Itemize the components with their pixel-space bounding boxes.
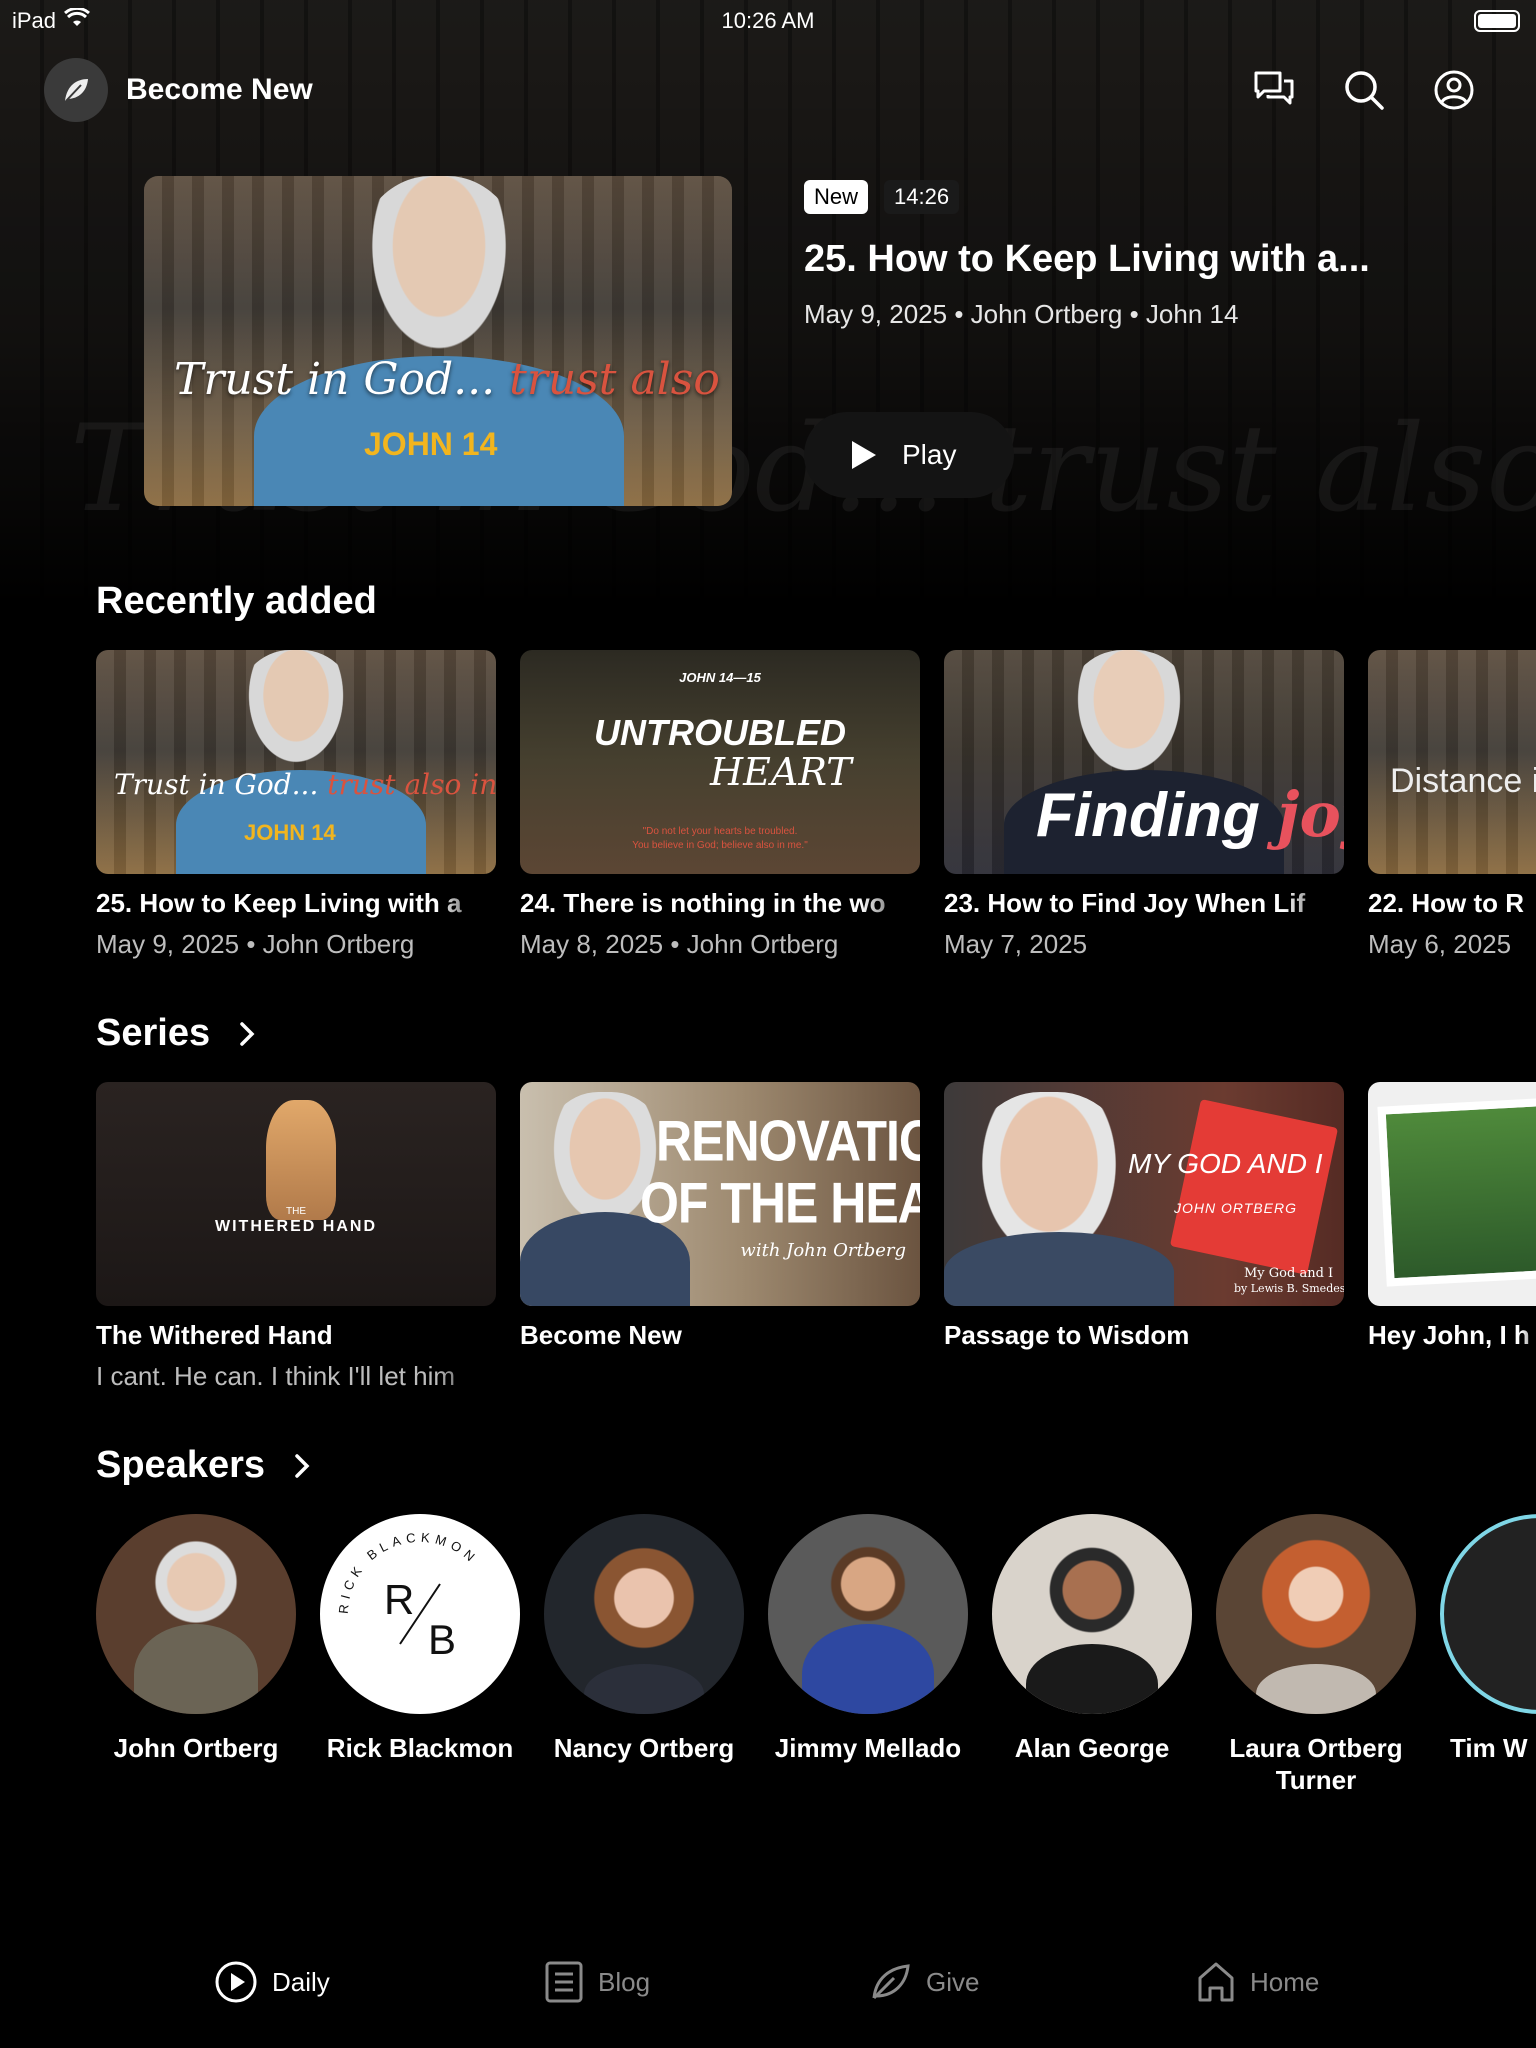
series-title: Passage to Wisdom — [944, 1320, 1190, 1350]
profile-icon[interactable] — [1432, 68, 1476, 112]
play-icon — [852, 441, 876, 469]
nav-daily[interactable]: Daily — [214, 1960, 330, 2004]
chevron-right-icon — [295, 1453, 310, 1478]
episode-thumbnail: Finding joy — [944, 650, 1344, 874]
nav-give[interactable]: Give — [868, 1960, 979, 2004]
series-card[interactable]: Hey John, I h — [1368, 1082, 1536, 1392]
series-title: Become New — [520, 1320, 682, 1350]
episode-card[interactable]: Distance is 22. How to R May 6, 2025 — [1368, 650, 1536, 960]
episode-meta: May 7, 2025 — [944, 929, 1088, 959]
app-header: Become New — [44, 58, 313, 122]
new-badge: New — [804, 180, 869, 214]
app-logo[interactable] — [44, 58, 108, 122]
blog-icon — [545, 1961, 583, 2003]
battery-icon — [1474, 10, 1520, 32]
series-thumbnail: MY GOD AND I JOHN ORTBERG My God and I b… — [944, 1082, 1344, 1306]
episode-title: 25. How to Keep Living with a — [96, 888, 462, 918]
speaker-item[interactable]: Laura Ortberg Turner — [1216, 1514, 1416, 1796]
messages-icon[interactable] — [1252, 68, 1296, 112]
header-actions — [1252, 68, 1476, 112]
episode-card[interactable]: JOHN 14—15 UNTROUBLED HEART "Do not let … — [520, 650, 920, 960]
series-thumbnail — [1368, 1082, 1536, 1306]
leaf-logo-icon — [65, 79, 88, 102]
speaker-name: Nancy Ortberg — [553, 1733, 735, 1763]
series-thumbnail: THE WITHERED HAND — [96, 1082, 496, 1306]
speaker-name: Alan George — [1014, 1733, 1170, 1763]
speaker-name: Laura Ortberg Turner — [1229, 1733, 1403, 1795]
series-title: The Withered Hand — [96, 1320, 333, 1350]
series-thumbnail: RENOVATION OF THE HEART with John Ortber… — [520, 1082, 920, 1306]
svg-text:B: B — [428, 1616, 456, 1663]
status-bar: iPad 10:26 AM — [0, 0, 1536, 44]
speaker-name: Rick Blackmon — [326, 1733, 514, 1763]
speaker-name: John Ortberg — [113, 1733, 279, 1763]
speakers-row: John Ortberg RICK BLACKMON R B Rick Blac… — [96, 1514, 1536, 1796]
featured-art-text: Trust in God... trust also in me — [174, 354, 732, 405]
app-title: Become New — [126, 73, 313, 106]
series-card[interactable]: THE WITHERED HAND The Withered Hand I ca… — [96, 1082, 496, 1392]
episode-thumbnail: Trust in God... trust also in me JOHN 14 — [96, 650, 496, 874]
svg-text:R: R — [384, 1576, 414, 1623]
nav-blog[interactable]: Blog — [544, 1960, 650, 2004]
play-button[interactable]: Play — [804, 412, 1014, 498]
chevron-right-icon — [240, 1021, 255, 1046]
featured-info: New 14:26 25. How to Keep Living with a.… — [804, 180, 1504, 330]
series-row: THE WITHERED HAND The Withered Hand I ca… — [96, 1082, 1536, 1392]
episode-meta: May 9, 2025 • John Ortberg — [96, 929, 415, 959]
avatar — [96, 1514, 296, 1714]
avatar — [768, 1514, 968, 1714]
avatar — [1216, 1514, 1416, 1714]
search-icon[interactable] — [1342, 68, 1386, 112]
status-time: 10:26 AM — [721, 8, 815, 33]
rick-blackmon-logo-icon: RICK BLACKMON R B — [336, 1530, 477, 1663]
speaker-item[interactable]: Jimmy Mellado — [768, 1514, 968, 1796]
avatar: RICK BLACKMON R B — [320, 1514, 520, 1714]
series-card[interactable]: MY GOD AND I JOHN ORTBERG My God and I b… — [944, 1082, 1344, 1392]
leaf-icon — [872, 1964, 910, 2000]
episode-title: 23. How to Find Joy When Lif — [944, 888, 1306, 918]
episode-meta: May 6, 2025 — [1368, 929, 1512, 959]
home-icon — [1198, 1962, 1234, 2002]
speaker-name: Tim W — [1450, 1733, 1528, 1763]
avatar — [992, 1514, 1192, 1714]
series-card[interactable]: RENOVATION OF THE HEART with John Ortber… — [520, 1082, 920, 1392]
episode-title: 24. There is nothing in the wo — [520, 888, 886, 918]
episode-card[interactable]: Trust in God... trust also in me JOHN 14… — [96, 650, 496, 960]
episode-title: 22. How to R — [1368, 888, 1525, 918]
avatar — [1440, 1514, 1536, 1714]
episode-thumbnail: Distance is — [1368, 650, 1536, 874]
speaker-item[interactable]: Nancy Ortberg — [544, 1514, 744, 1796]
episode-meta: May 8, 2025 • John Ortberg — [520, 929, 839, 959]
play-circle-icon — [215, 1961, 257, 2003]
series-heading[interactable]: Series — [96, 1012, 256, 1055]
speaker-item[interactable]: John Ortberg — [96, 1514, 296, 1796]
speaker-item[interactable]: RICK BLACKMON R B Rick Blackmon — [320, 1514, 520, 1796]
duration-badge: 14:26 — [884, 180, 960, 214]
speakers-heading[interactable]: Speakers — [96, 1444, 311, 1487]
speaker-item[interactable]: Alan George — [992, 1514, 1192, 1796]
speaker-item[interactable]: Tim W — [1440, 1514, 1536, 1796]
play-label: Play — [902, 439, 957, 470]
featured-thumbnail[interactable]: Trust in God... trust also in me JOHN 14 — [144, 176, 732, 506]
featured-art-subtitle: JOHN 14 — [364, 426, 498, 462]
bottom-nav: Daily Blog Give Home — [0, 1960, 1536, 2048]
episode-thumbnail: JOHN 14—15 UNTROUBLED HEART "Do not let … — [520, 650, 920, 874]
recently-added-heading: Recently added — [96, 580, 377, 622]
series-title: Hey John, I h — [1368, 1320, 1530, 1350]
featured-meta: May 9, 2025 • John Ortberg • John 14 — [804, 299, 1239, 329]
speaker-name: Jimmy Mellado — [774, 1733, 962, 1763]
series-subtitle: I cant. He can. I think I'll let him — [96, 1361, 455, 1391]
avatar — [544, 1514, 744, 1714]
featured-title[interactable]: 25. How to Keep Living with a... — [804, 238, 1504, 281]
recently-added-row: Trust in God... trust also in me JOHN 14… — [96, 650, 1536, 960]
episode-card[interactable]: Finding joy 23. How to Find Joy When Lif… — [944, 650, 1344, 960]
nav-home[interactable]: Home — [1196, 1960, 1319, 2004]
